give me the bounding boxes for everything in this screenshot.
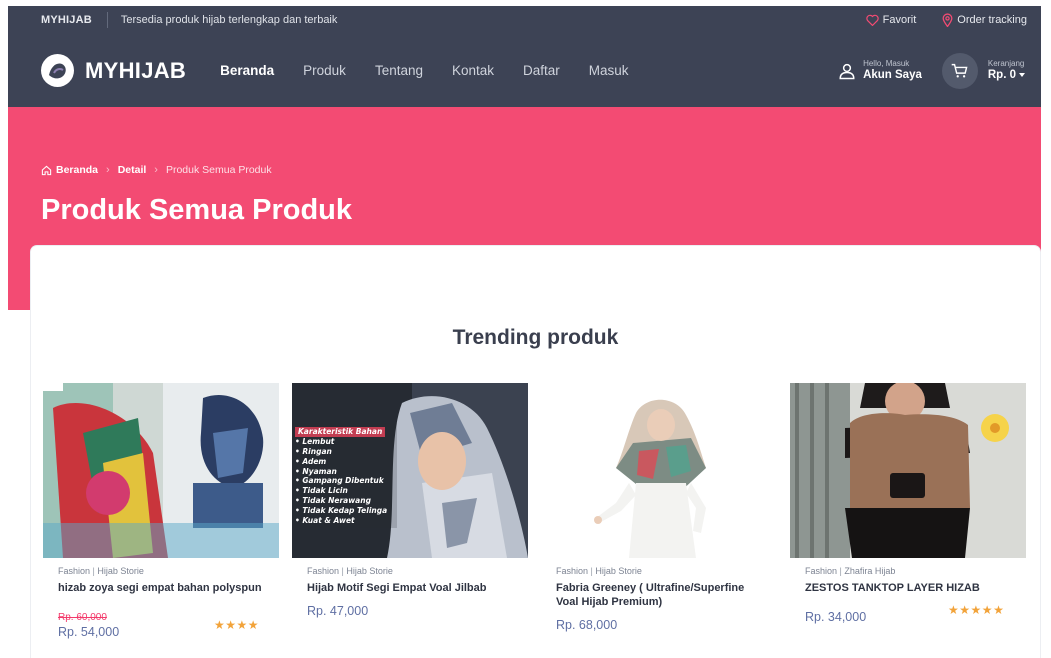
top-bar-brand: MYHIJAB (41, 14, 92, 26)
image-feature: • Tidak Kedap Telinga (295, 506, 388, 516)
image-feature: • Kuat & Awet (295, 516, 355, 526)
product-image[interactable] (43, 383, 279, 558)
cart-button[interactable] (941, 52, 978, 89)
nav-item-produk[interactable]: Produk (303, 63, 346, 78)
brand-link[interactable]: Zhafira Hijab (844, 566, 895, 576)
account-link[interactable]: Hello, Masuk Akun Saya (838, 58, 922, 81)
cart-icon (952, 63, 968, 77)
image-feature: • Tidak Licin (295, 486, 348, 496)
product-price: Rp. 47,000 (307, 603, 369, 618)
logo-text: MYHIJAB (85, 57, 187, 83)
product-rating: ★★★★ (214, 618, 259, 632)
image-feature: • Adem (295, 456, 327, 466)
home-icon (41, 165, 52, 175)
star-icon: ★ (970, 603, 982, 617)
product-card[interactable]: Fashion | Zhafira Hijab ZESTOS TANKTOP L… (790, 383, 1026, 624)
product-name[interactable]: ZESTOS TANKTOP LAYER HIZAB (805, 582, 1011, 596)
cart-total: Rp. 0 (987, 68, 1016, 81)
content-card: Trending produk Fashion | Hijab Storie h… (31, 246, 1040, 658)
star-icon: ★ (981, 603, 994, 617)
top-bar-tagline: Tersedia produk hijab terlengkap dan ter… (120, 14, 338, 26)
chevron-down-icon (1019, 72, 1025, 77)
breadcrumb-home[interactable]: Beranda (56, 164, 98, 176)
product-category: Fashion | Hijab Storie (556, 566, 642, 576)
nav-item-daftar[interactable]: Daftar (523, 63, 560, 78)
star-icon: ★ (225, 618, 237, 632)
nav-actions: Hello, Masuk Akun Saya Keranjang Rp. 0 (838, 52, 1025, 89)
user-icon (839, 63, 855, 79)
top-bar-links: Favorit Order tracking (840, 13, 1027, 27)
product-rating: ★★★★★ (948, 603, 1004, 617)
product-category: Fashion | Hijab Storie (307, 566, 393, 576)
product-category: Fashion | Zhafira Hijab (805, 566, 896, 576)
product-category: Fashion | Hijab Storie (58, 566, 144, 576)
chevron-right-icon: › (154, 164, 158, 176)
product-card[interactable]: Fashion | Hijab Storie hizab zoya segi e… (43, 383, 279, 639)
brand-link[interactable]: Hijab Storie (97, 566, 144, 576)
star-icon: ★ (993, 603, 1005, 617)
nav-item-beranda[interactable]: Beranda (220, 63, 274, 78)
product-card[interactable]: Karakteristik Bahan • Lembut • Ringan • … (292, 383, 528, 618)
category-link[interactable]: Fashion (307, 566, 339, 576)
page-title: Produk Semua Produk (41, 194, 353, 226)
image-feature: • Nyaman (295, 466, 337, 476)
star-icon: ★ (948, 603, 960, 617)
main-menu: Beranda Produk Tentang Kontak Daftar Mas… (220, 63, 657, 78)
brand-link[interactable]: Hijab Storie (595, 566, 642, 576)
image-feature: • Lembut (295, 436, 335, 446)
map-pin-icon (942, 13, 953, 27)
hijab-logo-icon (41, 54, 74, 87)
star-icon: ★ (247, 618, 260, 632)
brand-link[interactable]: Hijab Storie (346, 566, 393, 576)
breadcrumb-detail[interactable]: Detail (118, 164, 147, 176)
product-image[interactable] (541, 383, 777, 558)
account-label: Akun Saya (863, 68, 922, 81)
cart-summary[interactable]: Keranjang Rp. 0 (987, 58, 1025, 81)
heart-icon (866, 14, 879, 26)
site-logo[interactable]: MYHIJAB (41, 54, 186, 87)
top-bar: MYHIJAB Tersedia produk hijab terlengkap… (8, 6, 1041, 34)
order-tracking-label: Order tracking (957, 14, 1027, 26)
product-name[interactable]: hizab zoya segi empat bahan polyspun (58, 582, 264, 596)
category-link[interactable]: Fashion (556, 566, 588, 576)
favorite-label: Favorit (882, 14, 917, 26)
category-link[interactable]: Fashion (805, 566, 837, 576)
product-image[interactable]: Karakteristik Bahan • Lembut • Ringan • … (292, 383, 528, 558)
cart-label: Keranjang (987, 58, 1025, 68)
image-feature: • Tidak Nerawang (295, 496, 371, 506)
star-icon: ★ (959, 603, 971, 617)
breadcrumb-current: Produk Semua Produk (165, 164, 272, 176)
page: MYHIJAB Tersedia produk hijab terlengkap… (0, 0, 1051, 658)
product-name[interactable]: Hijab Motif Segi Empat Voal Jilbab (307, 582, 513, 596)
product-image[interactable] (790, 383, 1026, 558)
section-title: Trending produk (452, 326, 619, 349)
nav-item-tentang[interactable]: Tentang (375, 63, 423, 78)
product-card[interactable]: Fashion | Hijab Storie Fabria Greeney ( … (541, 383, 777, 632)
product-price: Rp. 68,000 (556, 617, 618, 632)
image-caption: Karakteristik Bahan (295, 427, 386, 437)
star-icon: ★ (214, 618, 226, 632)
image-feature: • Gampang Dibentuk (295, 476, 384, 486)
chevron-right-icon: › (106, 164, 110, 176)
favorite-link[interactable]: Favorit (866, 14, 917, 26)
category-link[interactable]: Fashion (58, 566, 90, 576)
nav-item-masuk[interactable]: Masuk (589, 63, 629, 78)
divider (106, 12, 108, 28)
order-tracking-link[interactable]: Order tracking (942, 13, 1027, 27)
account-greeting: Hello, Masuk (863, 58, 910, 68)
breadcrumb: Beranda › Detail › Produk Semua Produk (41, 164, 272, 176)
main-navbar: MYHIJAB Beranda Produk Tentang Kontak Da… (8, 34, 1041, 107)
star-icon: ★ (236, 618, 248, 632)
nav-item-kontak[interactable]: Kontak (452, 63, 494, 78)
image-feature: • Ringan (295, 446, 332, 456)
product-name[interactable]: Fabria Greeney ( Ultrafine/Superfine Voa… (556, 582, 762, 610)
